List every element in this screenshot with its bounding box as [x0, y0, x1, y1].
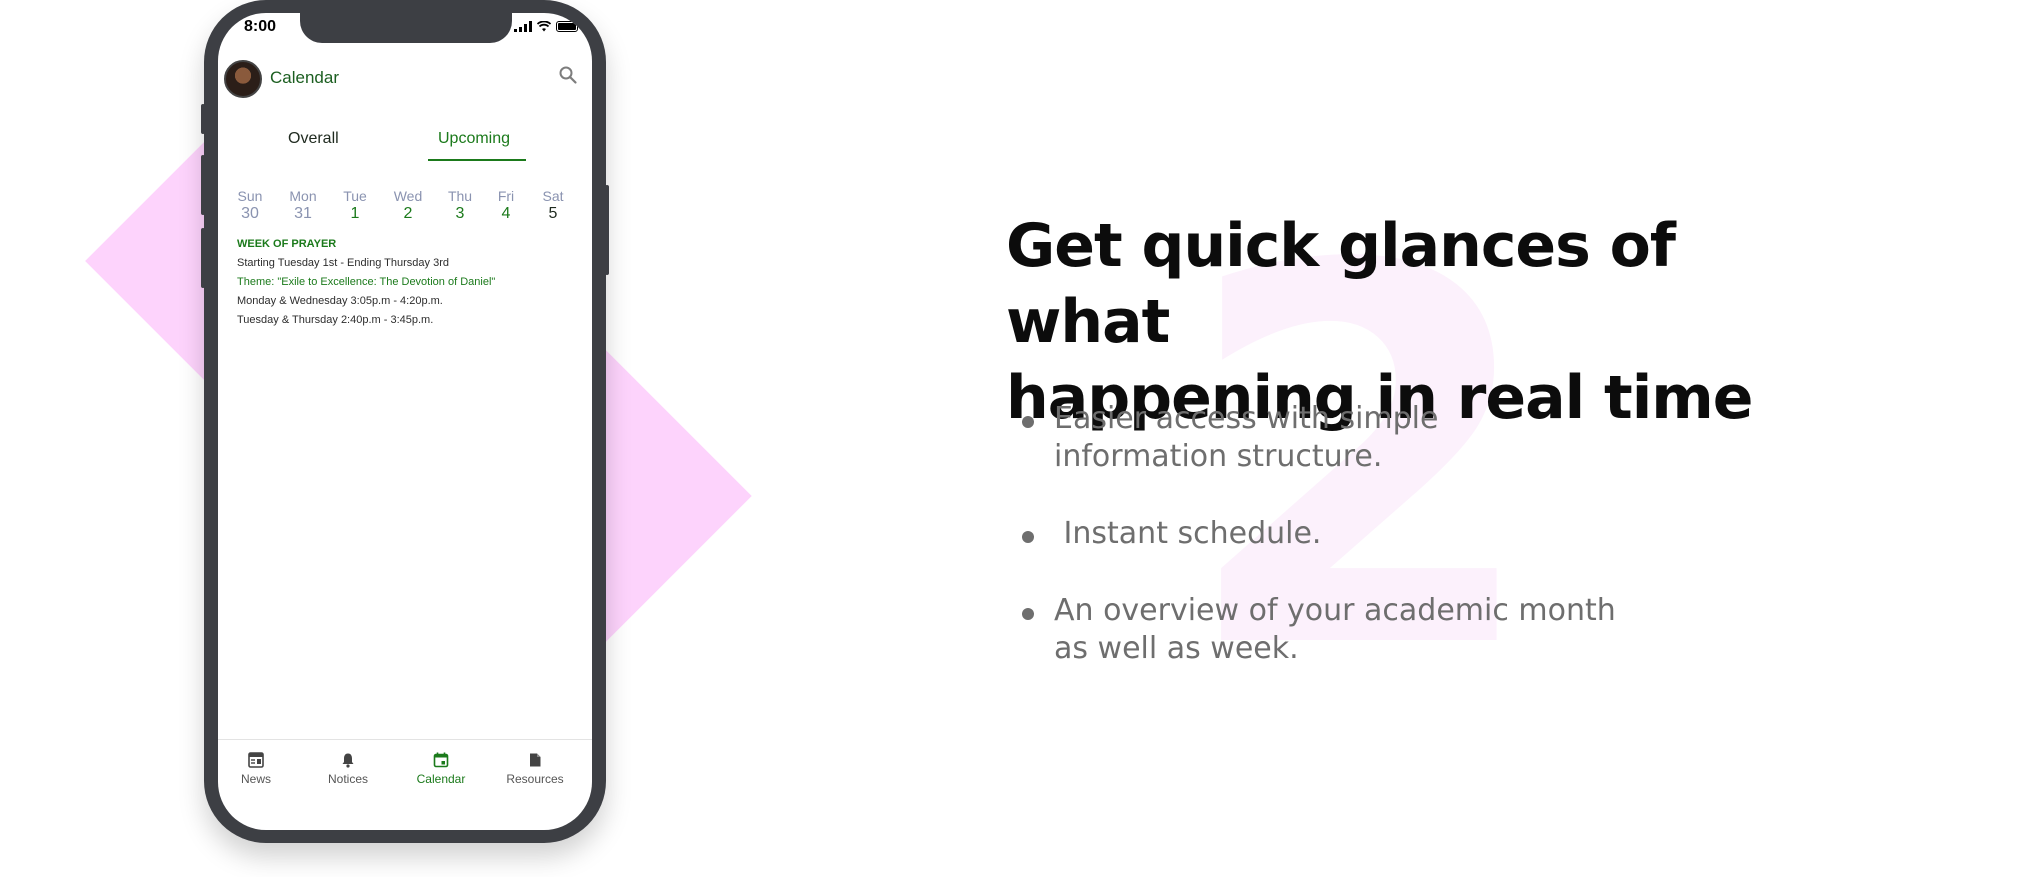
tab-overall[interactable]: Overall	[288, 130, 339, 148]
day-date: 31	[294, 205, 312, 222]
nav-item-calendar[interactable]: Calendar	[401, 752, 481, 786]
feature-text: Instant schedule.	[1054, 516, 1322, 551]
feature-item: Easier access with simple information st…	[1022, 400, 1614, 476]
tab-bar: Overall Upcoming	[218, 105, 592, 175]
day-name: Mon	[289, 188, 317, 204]
bottom-nav: News Notices Calendar Resources	[218, 739, 592, 830]
day-name: Sat	[542, 188, 564, 204]
feature-text: An overview of your academic month as we…	[1054, 593, 1616, 666]
feature-text: Easier access with simple information st…	[1054, 401, 1439, 474]
calendar-icon	[433, 752, 449, 768]
search-icon[interactable]	[558, 65, 578, 85]
feature-item: Instant schedule.	[1022, 515, 1654, 553]
day-mon[interactable]: Mon 31	[283, 188, 323, 224]
day-name: Sun	[237, 188, 263, 204]
active-tab-indicator	[428, 159, 526, 161]
phone-side-button	[201, 228, 205, 288]
battery-icon	[556, 21, 578, 32]
day-name: Tue	[343, 188, 367, 204]
nav-item-notices[interactable]: Notices	[308, 752, 388, 786]
day-name: Thu	[447, 188, 473, 204]
signal-icon	[514, 21, 532, 32]
phone-notch	[300, 13, 512, 43]
day-sat[interactable]: Sat 5	[533, 188, 573, 224]
newspaper-icon	[248, 752, 264, 768]
event-slot: Tuesday & Thursday 2:40p.m - 3:45p.m.	[237, 314, 434, 326]
wifi-icon	[537, 21, 551, 32]
day-name: Fri	[497, 188, 515, 204]
event-slot: Monday & Wednesday 3:05p.m - 4:20p.m.	[237, 295, 443, 307]
day-name: Wed	[393, 188, 423, 204]
day-date: 2	[403, 205, 413, 222]
day-thu[interactable]: Thu 3	[440, 188, 480, 224]
status-time: 8:00	[244, 18, 277, 35]
status-icons	[514, 21, 578, 32]
headline-line: Get quick glances of what	[1006, 211, 1676, 357]
document-icon	[530, 753, 541, 767]
day-date: 1	[350, 205, 360, 222]
day-sun[interactable]: Sun 30	[230, 188, 270, 224]
nav-item-resources[interactable]: Resources	[495, 752, 575, 786]
phone-screen: 8:00 Calendar Overall Upcoming Sun 30 Mon…	[218, 13, 592, 830]
nav-label: Resources	[506, 772, 564, 786]
day-tue[interactable]: Tue 1	[335, 188, 375, 224]
bullet-dot	[1022, 531, 1034, 543]
event-dates: Starting Tuesday 1st - Ending Thursday 3…	[237, 257, 449, 269]
phone-side-button	[201, 104, 205, 134]
bell-icon	[342, 753, 354, 768]
nav-label: Calendar	[416, 772, 466, 786]
feature-item: An overview of your academic month as we…	[1022, 592, 1654, 668]
day-date: 30	[241, 205, 259, 222]
avatar[interactable]	[224, 60, 262, 98]
page-title: Calendar	[270, 68, 339, 87]
nav-item-news[interactable]: News	[218, 752, 296, 786]
phone-side-button	[605, 185, 609, 275]
bullet-dot	[1022, 608, 1034, 620]
bullet-dot	[1022, 416, 1034, 428]
event-theme: Theme: "Exile to Excellence: The Devotio…	[237, 276, 496, 288]
nav-label: Notices	[327, 772, 368, 786]
day-date: 4	[501, 205, 511, 222]
event-card[interactable]: WEEK OF PRAYER Starting Tuesday 1st - En…	[237, 235, 577, 330]
tab-upcoming[interactable]: Upcoming	[438, 130, 510, 148]
day-date: 3	[455, 205, 465, 222]
nav-label: News	[240, 772, 271, 786]
day-wed[interactable]: Wed 2	[388, 188, 428, 224]
event-heading: WEEK OF PRAYER	[237, 238, 337, 250]
phone-side-button	[201, 155, 205, 215]
phone-frame: 8:00 Calendar Overall Upcoming Sun 30 Mon…	[201, 0, 609, 843]
day-date: 5	[548, 205, 558, 222]
day-fri[interactable]: Fri 4	[486, 188, 526, 224]
